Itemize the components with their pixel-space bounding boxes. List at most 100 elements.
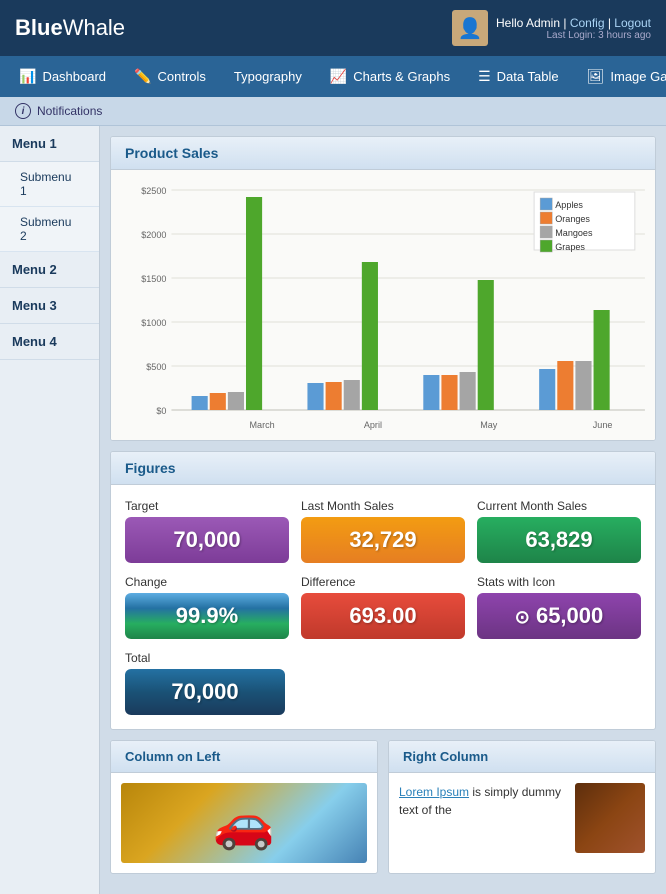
right-column-panel: Right Column Lorem Ipsum is simply dummy… [388, 740, 656, 874]
stat-target: Target 70,000 [125, 499, 289, 563]
svg-text:$0: $0 [156, 406, 166, 416]
sidebar-item-menu2[interactable]: Menu 2 [0, 252, 99, 288]
stat-difference-value: 693.00 [301, 593, 465, 639]
svg-text:May: May [480, 420, 498, 430]
svg-text:Apples: Apples [555, 200, 583, 210]
nav-label-controls: Controls [157, 69, 205, 84]
svg-text:$500: $500 [146, 362, 166, 372]
main-nav: 📊 Dashboard ✏️ Controls Typography 📈 Cha… [0, 56, 666, 97]
svg-text:March: March [250, 420, 275, 430]
user-greeting: Hello Admin | Config | Logout [496, 16, 651, 30]
content-area: Product Sales $2500 [100, 126, 666, 894]
bar-chart: $2500 $2000 $1500 $1000 $500 $0 [111, 170, 655, 440]
stat-total-value: 70,000 [125, 669, 285, 715]
bottom-grid: Column on Left 🚗 Right Column Lorem Ipsu… [110, 740, 656, 884]
logout-link[interactable]: Logout [614, 16, 651, 30]
avatar: 👤 [452, 10, 488, 46]
sidebar: Menu 1 Submenu 1 Submenu 2 Menu 2 Menu 3… [0, 126, 100, 894]
svg-text:April: April [364, 420, 382, 430]
nav-item-datatable[interactable]: ☰ Data Table [464, 56, 572, 97]
notifications-bar: i Notifications [0, 97, 666, 126]
figures-panel: Figures Target 70,000 Last Month Sales 3… [110, 451, 656, 730]
left-column-title: Column on Left [125, 749, 363, 764]
logo-normal: Whale [63, 15, 125, 40]
car-icon: 🚗 [213, 794, 275, 853]
sidebar-item-submenu2[interactable]: Submenu 2 [0, 207, 99, 252]
chart-container: $2500 $2000 $1500 $1000 $500 $0 [111, 170, 655, 440]
nav-label-galleries: Image Galleries [610, 69, 666, 84]
logo-bold: Blue [15, 15, 63, 40]
sidebar-item-menu1[interactable]: Menu 1 [0, 126, 99, 162]
main-layout: Menu 1 Submenu 1 Submenu 2 Menu 2 Menu 3… [0, 126, 666, 894]
left-column-header: Column on Left [111, 741, 377, 773]
stat-change: Change 99.9% [125, 575, 289, 639]
right-column-header: Right Column [389, 741, 655, 773]
svg-text:$2000: $2000 [141, 230, 166, 240]
stat-change-value: 99.9% [125, 593, 289, 639]
header: BlueWhale 👤 Hello Admin | Config | Logou… [0, 0, 666, 56]
speedometer-icon: ⊙ [515, 607, 530, 627]
svg-text:$1000: $1000 [141, 318, 166, 328]
sidebar-item-menu3[interactable]: Menu 3 [0, 288, 99, 324]
logo: BlueWhale [15, 15, 125, 41]
product-sales-header: Product Sales [111, 137, 655, 170]
stat-total-label: Total [125, 651, 285, 665]
stat-current-month: Current Month Sales 63,829 [477, 499, 641, 563]
sidebar-item-menu4[interactable]: Menu 4 [0, 324, 99, 360]
info-icon: i [15, 103, 31, 119]
svg-text:$2500: $2500 [141, 186, 166, 196]
user-text: Hello Admin | Config | Logout Last Login… [496, 16, 651, 41]
galleries-icon: 🖼 [587, 68, 605, 85]
nav-label-datatable: Data Table [497, 69, 559, 84]
left-column-body: 🚗 [111, 773, 377, 873]
nav-item-charts[interactable]: 📈 Charts & Graphs [316, 56, 464, 97]
stat-difference: Difference 693.00 [301, 575, 465, 639]
stat-stats-icon-value: ⊙ 65,000 [477, 593, 641, 639]
nav-item-typography[interactable]: Typography [220, 57, 316, 96]
figures-title: Figures [125, 460, 641, 476]
nav-item-galleries[interactable]: 🖼 Image Galleries [573, 56, 666, 97]
user-icon: 👤 [458, 16, 483, 41]
stat-current-month-label: Current Month Sales [477, 499, 641, 513]
stat-stats-icon-label: Stats with Icon [477, 575, 641, 589]
left-column-panel: Column on Left 🚗 [110, 740, 378, 874]
stat-change-label: Change [125, 575, 289, 589]
stat-target-value: 70,000 [125, 517, 289, 563]
product-sales-panel: Product Sales $2500 [110, 136, 656, 441]
svg-text:June: June [593, 420, 613, 430]
svg-text:$1500: $1500 [141, 274, 166, 284]
stat-last-month-value: 32,729 [301, 517, 465, 563]
notifications-label: Notifications [37, 104, 102, 118]
sidebar-item-submenu1[interactable]: Submenu 1 [0, 162, 99, 207]
nav-item-dashboard[interactable]: 📊 Dashboard [5, 56, 120, 97]
stat-difference-label: Difference [301, 575, 465, 589]
car-image: 🚗 [121, 783, 367, 863]
config-link[interactable]: Config [570, 16, 605, 30]
right-column-title: Right Column [403, 749, 641, 764]
stat-current-month-value: 63,829 [477, 517, 641, 563]
figures-header: Figures [111, 452, 655, 485]
datatable-icon: ☰ [478, 68, 491, 85]
svg-text:Grapes: Grapes [555, 242, 585, 252]
lorem-link[interactable]: Lorem Ipsum [399, 785, 469, 799]
product-sales-title: Product Sales [125, 145, 641, 161]
stat-target-label: Target [125, 499, 289, 513]
user-info: 👤 Hello Admin | Config | Logout Last Log… [452, 10, 651, 46]
chocolate-image [575, 783, 645, 853]
stat-stats-icon: Stats with Icon ⊙ 65,000 [477, 575, 641, 639]
last-login-text: Last Login: 3 hours ago [496, 30, 651, 41]
stat-last-month: Last Month Sales 32,729 [301, 499, 465, 563]
nav-label-dashboard: Dashboard [42, 69, 106, 84]
charts-icon: 📈 [330, 68, 347, 85]
svg-text:Oranges: Oranges [555, 214, 590, 224]
svg-text:Mangoes: Mangoes [555, 228, 593, 238]
stat-total-container: Total 70,000 [125, 651, 285, 715]
greeting-text: Hello Admin [496, 16, 560, 30]
right-column-body: Lorem Ipsum is simply dummy text of the [389, 773, 655, 833]
figures-grid-top: Target 70,000 Last Month Sales 32,729 Cu… [125, 499, 641, 639]
nav-label-charts: Charts & Graphs [353, 69, 450, 84]
nav-item-controls[interactable]: ✏️ Controls [120, 56, 220, 97]
nav-label-typography: Typography [234, 69, 302, 84]
dashboard-icon: 📊 [19, 68, 36, 85]
product-sales-body: $2500 $2000 $1500 $1000 $500 $0 [111, 170, 655, 440]
